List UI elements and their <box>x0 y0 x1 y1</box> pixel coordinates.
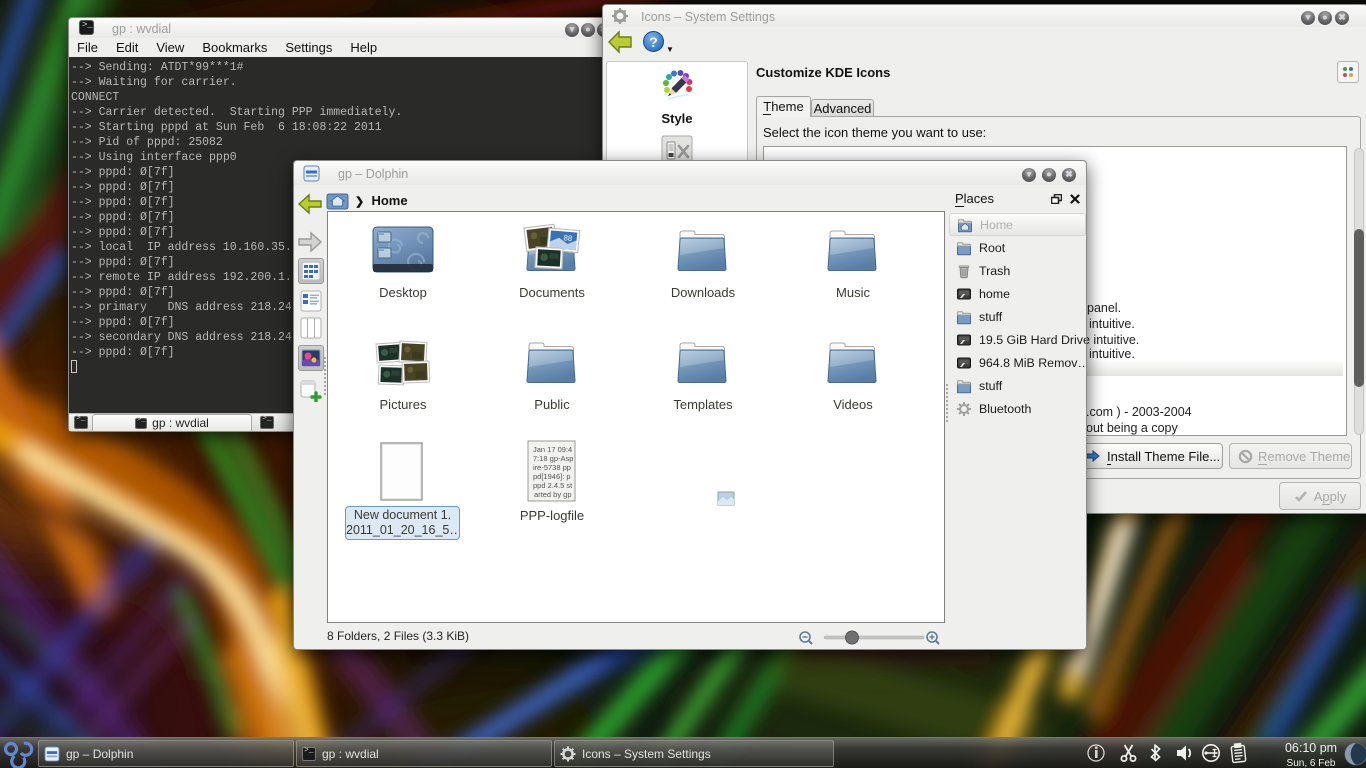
svg-text:ppd 2.4.5 st: ppd 2.4.5 st <box>533 481 573 490</box>
svg-text:7:18 gp-Asp: 7:18 gp-Asp <box>533 454 573 463</box>
svg-text:Jan 17 09:4: Jan 17 09:4 <box>533 445 572 454</box>
svg-text:ire-5738 pp: ire-5738 pp <box>533 463 571 472</box>
svg-text:arted by gp: arted by gp <box>534 490 572 499</box>
svg-text:pd[1946]: p: pd[1946]: p <box>533 472 571 481</box>
